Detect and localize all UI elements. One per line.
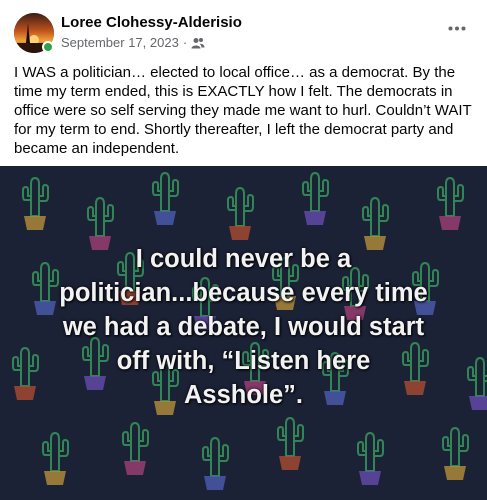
post-meta: September 17, 2023 · [61,35,205,50]
cactus-icon [302,171,329,225]
cactus-icon [152,171,179,225]
cactus-icon [442,426,469,480]
more-horizontal-icon [448,26,466,30]
meta-separator: · [182,35,188,50]
cactus-icon [22,176,49,230]
post-image[interactable]: I could never be a politician...because … [0,166,487,500]
cactus-icon [42,431,69,485]
facebook-post: Loree Clohessy-Alderisio September 17, 2… [0,0,487,500]
cactus-icon [227,186,254,240]
post-header: Loree Clohessy-Alderisio September 17, 2… [0,0,487,58]
quote-line: we had a debate, I would start [62,313,425,341]
post-body-text: I WAS a politician… elected to local off… [14,64,472,157]
quote-line: off with, “Listen here [116,347,371,375]
quote-line: politician...because every time [59,279,428,307]
more-options-button[interactable] [445,20,469,36]
quote-line: I could never be a [135,245,352,273]
cactus-icon [202,436,229,490]
cactus-icon [277,416,304,470]
image-quote-text: I could never be a politician...because … [8,242,479,412]
author-name[interactable]: Loree Clohessy-Alderisio [61,14,242,31]
cactus-icon [357,431,384,485]
cactus-icon [122,421,149,475]
online-status-indicator [42,41,54,53]
cactus-icon [437,176,464,230]
quote-line: Asshole”. [183,381,304,409]
post-date[interactable]: September 17, 2023 [61,35,179,50]
friends-icon[interactable] [191,37,205,49]
